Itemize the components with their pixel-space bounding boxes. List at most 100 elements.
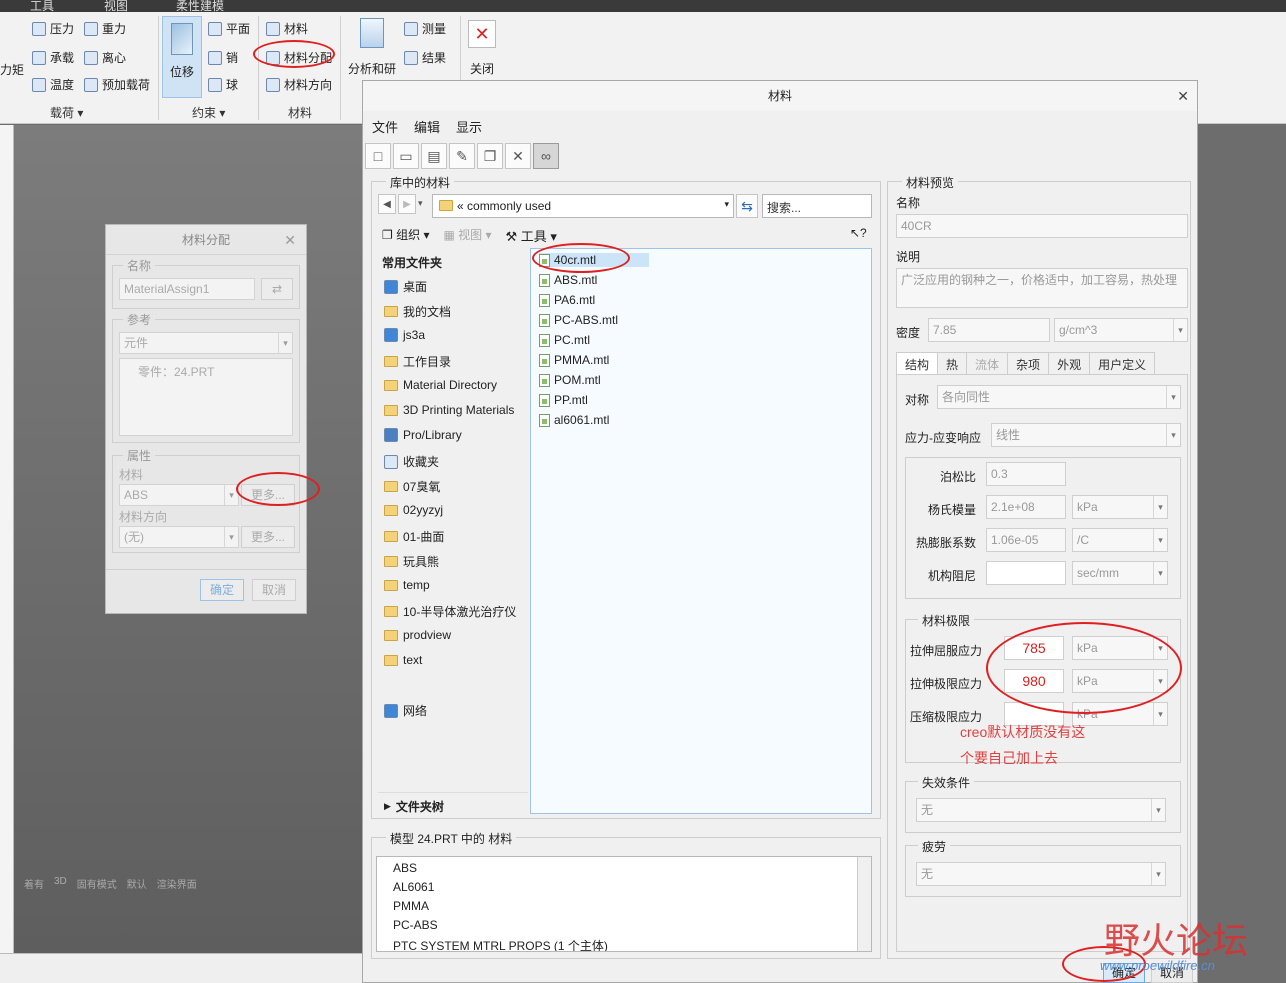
file-item[interactable]: PC-ABS.mtl [539,313,618,327]
reference-list[interactable]: 零件：24.PRT [119,358,293,436]
swap-button[interactable]: ⇄ [261,278,293,300]
pressure-button[interactable]: 压力 [32,20,74,37]
menu-edit[interactable]: 编辑 [414,117,440,139]
preload-button[interactable]: 预加载荷 [84,76,150,93]
results-button[interactable]: 结果 [404,49,446,66]
orientation-combo[interactable]: (无) ▾ [119,526,239,548]
search-input[interactable]: 搜索... [762,194,872,218]
tab-structural[interactable]: 结构 [896,352,939,374]
nav-js3a[interactable]: js3a [384,328,425,342]
chevron-down-icon[interactable]: ▾ [418,198,423,209]
cancel-button[interactable]: 取消 [252,579,296,601]
temperature-button[interactable]: 温度 [32,76,74,93]
nav-pro-library[interactable]: Pro/Library [384,428,462,442]
menu-file[interactable]: 文件 [372,117,398,139]
moment-button[interactable]: 力矩 [0,61,24,78]
thermal-unit-combo[interactable]: /C ▾ [1072,528,1168,552]
damping-unit-combo[interactable]: sec/mm ▾ [1072,561,1168,585]
stress-strain-combo[interactable]: 线性 ▾ [991,423,1181,447]
pin-button[interactable]: 销 [208,49,238,66]
model-materials-list[interactable]: ABS AL6061 PMMA PC-ABS PTC SYSTEM MTRL P… [376,856,872,952]
ball-button[interactable]: 球 [208,76,238,93]
edit-pencil-icon[interactable]: ✎ [449,143,475,169]
list-item[interactable]: ABS [393,861,417,875]
close-icon[interactable]: ✕ [284,232,296,249]
fatigue-combo[interactable]: 无 ▾ [916,862,1166,886]
symmetry-combo[interactable]: 各向同性 ▾ [937,385,1181,409]
density-field[interactable]: 7.85 [928,318,1050,342]
new-file-icon[interactable]: □ [365,143,391,169]
nav-folder[interactable]: 07臭氧 [384,478,440,495]
nav-folder[interactable]: 10-半导体激光治疗仪 [384,603,516,620]
file-item[interactable]: PC.mtl [539,333,590,347]
young-modulus-field[interactable]: 2.1e+08 [986,495,1066,519]
nav-desktop[interactable]: 桌面 [384,278,427,295]
close-button[interactable]: ✕ 关闭 [466,20,498,77]
delete-icon[interactable]: ✕ [505,143,531,169]
tab-misc[interactable]: 杂项 [1007,352,1050,374]
loads-group-label[interactable]: 载荷 ▾ [50,104,83,121]
new-file-alt-icon[interactable]: ▭ [393,143,419,169]
close-icon[interactable]: ✕ [1177,81,1189,111]
failure-criterion-combo[interactable]: 无 ▾ [916,798,1166,822]
gravity-button[interactable]: 重力 [84,20,126,37]
list-item[interactable]: PTC SYSTEM MTRL PROPS (1 个主体) [393,937,608,951]
nav-folder[interactable]: prodview [384,628,451,642]
analysis-button[interactable]: 分析和研 [346,18,398,77]
ok-button[interactable]: 确定 [200,579,244,601]
scrollbar[interactable] [857,857,871,951]
tab-appearance[interactable]: 外观 [1048,352,1091,374]
damping-field[interactable] [986,561,1066,585]
file-item[interactable]: POM.mtl [539,373,601,387]
copy-icon[interactable]: ❐ [477,143,503,169]
menu-display[interactable]: 显示 [456,117,482,139]
file-item[interactable]: ABS.mtl [539,273,597,287]
path-combo[interactable]: « commonly used ▾ [432,194,734,218]
nav-material-directory[interactable]: Material Directory [384,378,497,392]
constraints-group-label[interactable]: 约束 ▾ [192,104,225,121]
measure-button[interactable]: 测量 [404,20,446,37]
plane-button[interactable]: 平面 [208,20,250,37]
list-item[interactable]: PC-ABS [393,918,438,932]
nav-folder[interactable]: 玩具熊 [384,553,439,570]
nav-folder[interactable]: 02yyzyj [384,503,443,517]
displacement-button[interactable]: 位移 [162,16,202,98]
list-item[interactable]: AL6061 [393,880,434,894]
reference-combo[interactable]: 元件 ▾ [119,332,293,354]
nav-network[interactable]: 网络 [384,702,427,719]
organize-menu[interactable]: ❐ 组织 ▾ [382,226,429,245]
file-list[interactable]: 40cr.mtl ABS.mtl PA6.mtl PC-ABS.mtl PC.m… [530,248,872,814]
file-item[interactable]: PMMA.mtl [539,353,609,367]
tab-user-defined[interactable]: 用户定义 [1089,352,1156,374]
material-orientation-button[interactable]: 材料方向 [266,76,332,93]
forward-arrow-icon[interactable]: ▶ [398,194,416,214]
glasses-icon[interactable]: ∞ [533,143,559,169]
tab-fluid[interactable]: 流体 [966,352,1009,374]
name-input[interactable]: MaterialAssign1 [119,278,255,300]
name-field[interactable]: 40CR [896,214,1188,238]
materials-button[interactable]: 材料 [266,20,308,37]
folder-tree-toggle[interactable]: ▶ 文件夹树 [384,798,444,815]
centrifugal-button[interactable]: 离心 [84,49,126,66]
views-menu[interactable]: ▦ 视图 ▾ [443,226,491,245]
file-item[interactable]: al6061.mtl [539,413,609,427]
save-icon[interactable]: ▤ [421,143,447,169]
file-item[interactable]: PP.mtl [539,393,588,407]
help-pointer-icon[interactable]: ↖? [850,226,867,240]
back-arrow-icon[interactable]: ◀ [378,194,396,214]
poisson-field[interactable]: 0.3 [986,462,1066,486]
density-unit-combo[interactable]: g/cm^3 ▾ [1054,318,1188,342]
file-item[interactable]: PA6.mtl [539,293,595,307]
young-unit-combo[interactable]: kPa ▾ [1072,495,1168,519]
material-combo[interactable]: ABS ▾ [119,484,239,506]
refresh-icon[interactable]: ⇆ [736,194,758,218]
tools-menu[interactable]: ⚒ 工具 ▾ [506,226,557,245]
nav-folder[interactable]: 01-曲面 [384,528,444,545]
nav-folder[interactable]: text [384,653,422,667]
nav-my-documents[interactable]: 我的文档 [384,303,451,320]
nav-working-directory[interactable]: 工作目录 [384,353,451,370]
nav-favorites[interactable]: 收藏夹 [384,453,439,470]
thermal-expansion-field[interactable]: 1.06e-05 [986,528,1066,552]
tab-thermal[interactable]: 热 [937,352,968,374]
bearing-button[interactable]: 承载 [32,49,74,66]
